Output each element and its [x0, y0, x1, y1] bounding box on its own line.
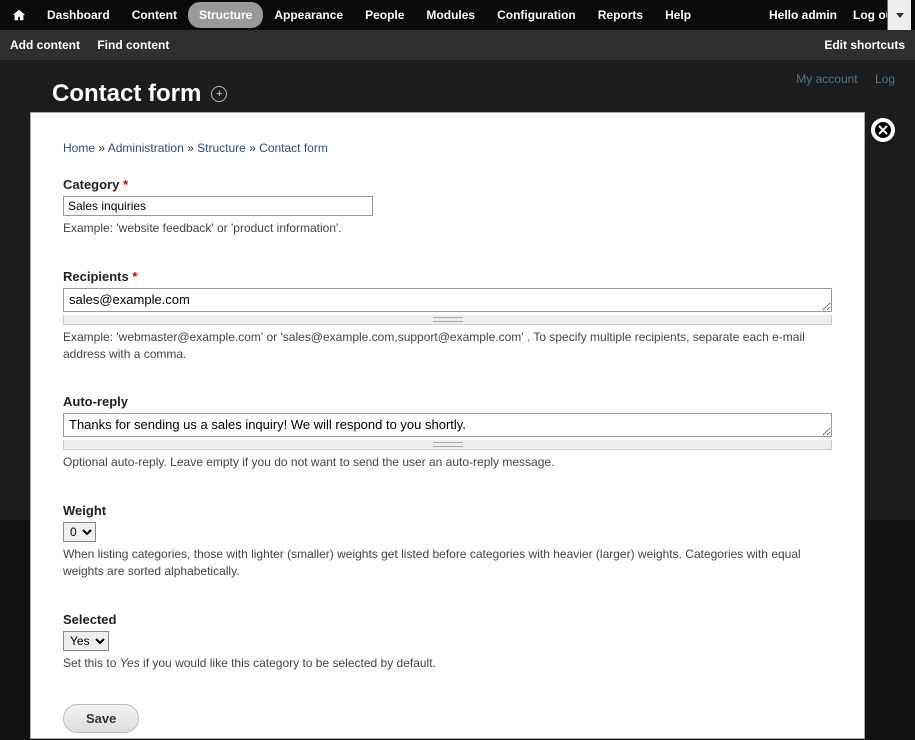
weight-label: Weight	[63, 503, 832, 518]
menu-item-people[interactable]: People	[354, 2, 415, 28]
field-weight: Weight 0 When listing categories, those …	[63, 503, 832, 580]
autoreply-help: Optional auto-reply. Leave empty if you …	[63, 454, 832, 471]
category-input[interactable]	[63, 196, 373, 216]
selected-select[interactable]: Yes	[63, 631, 109, 651]
recipients-textarea[interactable]: sales@example.com	[63, 288, 832, 312]
weight-select[interactable]: 0	[63, 522, 96, 542]
menu-item-modules[interactable]: Modules	[415, 2, 486, 28]
autoreply-textarea[interactable]: Thanks for sending us a sales inquiry! W…	[63, 413, 832, 437]
toolbar-toggle[interactable]	[887, 0, 911, 30]
recipients-resize-handle[interactable]	[63, 315, 832, 325]
field-category: Category * Example: 'website feedback' o…	[63, 177, 832, 237]
save-button[interactable]: Save	[63, 704, 139, 733]
edit-shortcuts-link[interactable]: Edit shortcuts	[824, 38, 905, 52]
weight-help: When listing categories, those with ligh…	[63, 546, 832, 580]
add-shortcut-icon[interactable]: +	[211, 86, 227, 102]
overlay-body: Home » Administration » Structure » Cont…	[30, 112, 865, 739]
menu-item-dashboard[interactable]: Dashboard	[36, 2, 121, 28]
recipients-label: Recipients *	[63, 269, 832, 284]
selected-help: Set this to Yes if you would like this c…	[63, 655, 832, 672]
menu-item-structure[interactable]: Structure	[188, 2, 263, 28]
shortcut-find-content[interactable]: Find content	[97, 38, 169, 52]
field-recipients: Recipients * sales@example.com Example: …	[63, 269, 832, 363]
field-autoreply: Auto-reply Thanks for sending us a sales…	[63, 394, 832, 471]
crumb-contact-form[interactable]: Contact form	[259, 141, 328, 155]
overlay-titlebar: Contact form +	[30, 76, 885, 112]
overlay-close-button[interactable]	[873, 120, 893, 140]
shortcut-add-content[interactable]: Add content	[10, 38, 80, 52]
field-selected: Selected Yes Set this to Yes if you woul…	[63, 612, 832, 672]
home-icon[interactable]	[12, 8, 26, 22]
category-label: Category *	[63, 177, 832, 192]
overlay-title: Contact form	[52, 80, 201, 108]
recipients-help: Example: 'webmaster@example.com' or 'sal…	[63, 329, 832, 363]
menu-item-appearance[interactable]: Appearance	[263, 2, 354, 28]
menu-item-help[interactable]: Help	[654, 2, 702, 28]
admin-overlay: Contact form + Home » Administration » S…	[30, 76, 885, 739]
crumb-administration[interactable]: Administration	[108, 141, 184, 155]
selected-label: Selected	[63, 612, 832, 627]
menu-item-configuration[interactable]: Configuration	[486, 2, 587, 28]
menu-item-reports[interactable]: Reports	[587, 2, 654, 28]
menu-item-content[interactable]: Content	[121, 2, 188, 28]
admin-toolbar: Dashboard Content Structure Appearance P…	[0, 0, 915, 30]
crumb-home[interactable]: Home	[63, 141, 95, 155]
crumb-structure[interactable]: Structure	[197, 141, 246, 155]
shortcut-bar: Add content Find content Edit shortcuts	[0, 30, 915, 60]
hello-user: Hello admin	[769, 8, 837, 22]
admin-menu: Dashboard Content Structure Appearance P…	[36, 2, 702, 28]
autoreply-label: Auto-reply	[63, 394, 832, 409]
breadcrumb: Home » Administration » Structure » Cont…	[63, 141, 832, 155]
autoreply-resize-handle[interactable]	[63, 440, 832, 450]
category-help: Example: 'website feedback' or 'product …	[63, 220, 832, 237]
